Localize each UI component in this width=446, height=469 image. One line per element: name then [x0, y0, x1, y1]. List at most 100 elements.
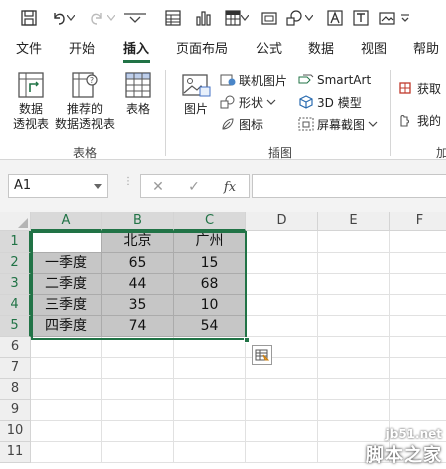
camera-icon[interactable]	[258, 7, 280, 29]
cell-e7[interactable]	[318, 358, 390, 379]
cell-d2[interactable]	[246, 253, 318, 274]
cell-c5[interactable]: 54	[174, 316, 246, 337]
cell-a11[interactable]	[31, 442, 102, 463]
tab-help[interactable]: 帮助	[413, 40, 439, 62]
tab-file[interactable]: 文件	[16, 40, 42, 62]
cell-f7[interactable]	[390, 358, 446, 379]
tab-insert[interactable]: 插入	[123, 40, 149, 62]
cell-d10[interactable]	[246, 421, 318, 442]
name-box-chevron-down-icon[interactable]	[94, 184, 102, 189]
cell-c6[interactable]	[174, 337, 246, 358]
cell-e6[interactable]	[318, 337, 390, 358]
resize-handle-icon[interactable]: ⋮	[123, 177, 133, 187]
cell-b7[interactable]	[102, 358, 174, 379]
column-header-a[interactable]: A	[31, 212, 102, 231]
cell-b6[interactable]	[102, 337, 174, 358]
row-header-6[interactable]: 6	[0, 337, 31, 358]
row-header-1[interactable]: 1	[0, 231, 31, 253]
cell-c8[interactable]	[174, 379, 246, 400]
pictures-button[interactable]: 图片	[176, 70, 216, 117]
cell-d3[interactable]	[246, 274, 318, 295]
cancel-icon[interactable]: ✕	[149, 178, 167, 196]
shapes-icon[interactable]	[284, 7, 306, 29]
table-button[interactable]: 表格	[118, 70, 158, 117]
cell-a9[interactable]	[31, 400, 102, 421]
cell-b4[interactable]: 35	[102, 295, 174, 316]
cell-f2[interactable]	[390, 253, 446, 274]
object-icon[interactable]	[376, 7, 398, 29]
cell-d11[interactable]	[246, 442, 318, 463]
enter-icon[interactable]: ✓	[185, 178, 203, 196]
fill-handle[interactable]	[244, 337, 250, 343]
cell-e9[interactable]	[318, 400, 390, 421]
row-header-3[interactable]: 3	[0, 274, 31, 295]
recommended-pivot-button[interactable]: ? 推荐的 数据透视表	[54, 70, 116, 132]
cell-b10[interactable]	[102, 421, 174, 442]
redo-icon[interactable]	[86, 7, 108, 29]
cell-a3[interactable]: 二季度	[31, 274, 102, 295]
cell-a2[interactable]: 一季度	[31, 253, 102, 274]
3d-model-button[interactable]: 3D 模型	[298, 92, 362, 112]
pivot-table-button[interactable]: 数据 透视表	[8, 70, 54, 132]
undo-dropdown-icon[interactable]	[66, 7, 76, 29]
save-icon[interactable]	[18, 7, 40, 29]
form-icon[interactable]	[162, 7, 184, 29]
cell-c7[interactable]	[174, 358, 246, 379]
cell-e5[interactable]	[318, 316, 390, 337]
more-qat-icon[interactable]	[398, 7, 412, 29]
cell-b5[interactable]: 74	[102, 316, 174, 337]
name-box[interactable]: A1	[8, 174, 108, 198]
tab-formulas[interactable]: 公式	[256, 40, 282, 62]
cell-e8[interactable]	[318, 379, 390, 400]
cell-c11[interactable]	[174, 442, 246, 463]
cell-f5[interactable]	[390, 316, 446, 337]
quick-analysis-button[interactable]	[252, 345, 272, 365]
cell-c9[interactable]	[174, 400, 246, 421]
cell-a10[interactable]	[31, 421, 102, 442]
cell-e4[interactable]	[318, 295, 390, 316]
cell-e1[interactable]	[318, 231, 390, 253]
wordart-icon[interactable]	[324, 7, 346, 29]
redo-dropdown-icon[interactable]	[106, 7, 116, 29]
cell-e3[interactable]	[318, 274, 390, 295]
row-header-8[interactable]: 8	[0, 379, 31, 400]
screenshot-button[interactable]: 屏幕截图	[298, 114, 381, 134]
cell-a4[interactable]: 三季度	[31, 295, 102, 316]
tab-page-layout[interactable]: 页面布局	[176, 40, 228, 62]
cell-b3[interactable]: 44	[102, 274, 174, 295]
icons-button[interactable]: 图标	[220, 114, 263, 134]
cell-a5[interactable]: 四季度	[31, 316, 102, 337]
cell-b8[interactable]	[102, 379, 174, 400]
cell-f4[interactable]	[390, 295, 446, 316]
insert-function-icon[interactable]: fx	[221, 178, 239, 196]
cell-c4[interactable]: 10	[174, 295, 246, 316]
customize-qat-icon[interactable]	[120, 7, 150, 29]
column-header-c[interactable]: C	[174, 212, 246, 231]
select-all-button[interactable]	[0, 212, 31, 231]
cell-d5[interactable]	[246, 316, 318, 337]
cell-f1[interactable]	[390, 231, 446, 253]
tab-home[interactable]: 开始	[69, 40, 95, 62]
column-header-e[interactable]: E	[318, 212, 390, 231]
column-header-f[interactable]: F	[390, 212, 446, 231]
cell-d9[interactable]	[246, 400, 318, 421]
row-header-11[interactable]: 11	[0, 442, 31, 463]
formula-input[interactable]	[252, 174, 446, 198]
cell-c3[interactable]: 68	[174, 274, 246, 295]
cell-d1[interactable]	[246, 231, 318, 253]
textbox-icon[interactable]	[350, 7, 372, 29]
column-header-b[interactable]: B	[102, 212, 174, 231]
chart-icon[interactable]	[192, 7, 214, 29]
cell-d4[interactable]	[246, 295, 318, 316]
cell-a7[interactable]	[31, 358, 102, 379]
column-header-d[interactable]: D	[246, 212, 318, 231]
table-dropdown-icon[interactable]	[240, 7, 250, 29]
smartart-button[interactable]: SmartArt	[298, 70, 371, 90]
cell-a1[interactable]	[31, 231, 102, 253]
row-header-7[interactable]: 7	[0, 358, 31, 379]
cell-a8[interactable]	[31, 379, 102, 400]
row-header-5[interactable]: 5	[0, 316, 31, 337]
row-header-10[interactable]: 10	[0, 421, 31, 442]
cell-f8[interactable]	[390, 379, 446, 400]
cell-b9[interactable]	[102, 400, 174, 421]
